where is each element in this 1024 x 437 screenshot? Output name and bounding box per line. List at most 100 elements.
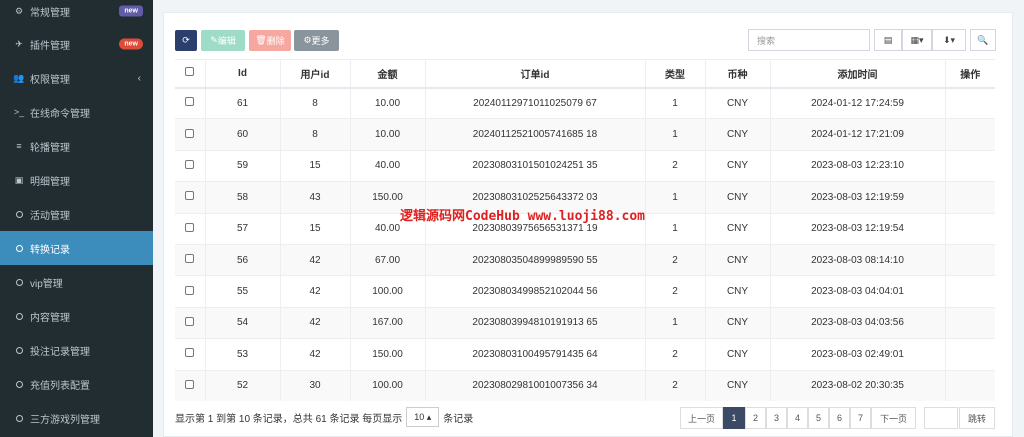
table-row[interactable]: 56 42 67.00 20230803504899989590 55 2 CNY 2023… — [175, 243, 995, 276]
page-size-value: 10 — [414, 412, 425, 422]
rocket-icon: ✈ — [15, 38, 23, 49]
cell-type: 2 — [644, 369, 705, 402]
export-icon: ⬇▾ — [942, 34, 956, 45]
row-select-cell[interactable] — [175, 118, 205, 151]
bars-icon: ≡ — [16, 141, 22, 151]
table-row[interactable]: 53 42 150.00 20230803100495791435 64 2 CNY 202… — [175, 338, 995, 371]
group-icon: 👥 — [13, 72, 25, 83]
page-2-button[interactable]: 2 — [745, 407, 766, 429]
cell-amount: 10.00 — [349, 86, 425, 119]
cell-actions — [944, 306, 995, 339]
sidebar-item-permissions[interactable]: 👥 权限管理 ‹ — [0, 61, 153, 95]
sidebar-item-general[interactable]: ⚙ 常规管理 new — [0, 0, 153, 28]
refresh-button[interactable]: ⟳ — [175, 30, 197, 51]
search-input[interactable]: 搜索 — [748, 29, 870, 51]
row-select-cell[interactable] — [175, 243, 205, 276]
col-header-amount[interactable]: 金额 — [349, 59, 425, 89]
jump-button[interactable]: 跳转 — [959, 407, 995, 429]
checkbox[interactable] — [185, 128, 195, 138]
page-size-select[interactable]: 10 ▴ — [406, 407, 440, 427]
delete-button[interactable]: 🗑 删除 — [249, 30, 291, 51]
cell-currency: CNY — [704, 275, 770, 308]
summary-suffix: 条记录 — [443, 413, 474, 425]
content-panel: ⟳ ✎ 编辑 🗑 删除 ⚙ 更多 搜索 ▤ ▦▾ ⬇▾ 🔍 Id 用户id 金额… — [163, 12, 1013, 437]
table-row[interactable]: 60 8 10.00 20240112521005741685 18 1 CNY 2024-… — [175, 118, 995, 151]
sidebar-item-label: vip管理 — [30, 278, 63, 290]
cell-id: 54 — [204, 306, 280, 339]
table-row[interactable]: 61 8 10.00 20240112971011025079 67 1 CNY 2024-… — [175, 86, 995, 119]
row-select-cell[interactable] — [175, 212, 205, 245]
sidebar-item-bet-records[interactable]: 投注记录管理 — [0, 333, 153, 367]
sidebar-item-label: 在线命令管理 — [30, 108, 90, 120]
checkbox[interactable] — [185, 97, 195, 107]
col-header-created[interactable]: 添加时间 — [769, 59, 945, 89]
row-select-cell[interactable] — [175, 369, 205, 402]
sidebar-item-plugins[interactable]: ✈ 插件管理 new — [0, 27, 153, 61]
row-select-cell[interactable] — [175, 181, 205, 214]
page-4-button[interactable]: 4 — [787, 407, 808, 429]
chevron-left-icon: ‹ — [137, 72, 141, 84]
col-header-user-id[interactable]: 用户id — [279, 59, 350, 89]
columns-button[interactable]: ▦▾ — [902, 29, 932, 51]
col-header-id[interactable]: Id — [204, 59, 280, 89]
sidebar-item-carousel[interactable]: ≡ 轮播管理 — [0, 129, 153, 163]
page-6-button[interactable]: 6 — [829, 407, 850, 429]
table-row[interactable]: 59 15 40.00 20230803101501024251 35 2 CNY 2023… — [175, 149, 995, 182]
more-button[interactable]: ⚙ 更多 — [294, 30, 339, 51]
col-header-order-id[interactable]: 订单id — [424, 59, 645, 89]
export-button[interactable]: ⬇▾ — [932, 29, 966, 51]
advanced-search-button[interactable]: 🔍 — [970, 29, 996, 51]
cell-currency: CNY — [704, 212, 770, 245]
checkbox[interactable] — [185, 254, 195, 264]
checkbox[interactable] — [185, 191, 195, 201]
sidebar-item-conversion-records[interactable]: 转换记录 — [0, 231, 153, 265]
sidebar-item-recharge-config[interactable]: 充值列表配置 — [0, 367, 153, 401]
sidebar-item-online-command[interactable]: >_ 在线命令管理 — [0, 95, 153, 129]
row-select-cell[interactable] — [175, 306, 205, 339]
col-header-type[interactable]: 类型 — [644, 59, 705, 89]
col-header-currency[interactable]: 币种 — [704, 59, 770, 89]
table-row[interactable]: 55 42 100.00 20230803499852102044 56 2 CNY 202… — [175, 275, 995, 308]
row-select-cell[interactable] — [175, 86, 205, 119]
cell-created: 2024-01-12 17:21:09 — [769, 118, 945, 151]
checkbox[interactable] — [185, 67, 195, 77]
sidebar-item-details[interactable]: ▣ 明细管理 — [0, 163, 153, 197]
table-row[interactable]: 54 42 167.00 20230803994810191913 65 1 CNY 202… — [175, 306, 995, 339]
checkbox[interactable] — [185, 285, 195, 295]
sidebar-item-activities[interactable]: 活动管理 — [0, 197, 153, 231]
cell-type: 2 — [644, 243, 705, 276]
checkbox[interactable] — [185, 316, 195, 326]
new-badge: new — [119, 38, 143, 50]
row-select-cell[interactable] — [175, 149, 205, 182]
row-select-cell[interactable] — [175, 275, 205, 308]
cell-order-id: 20230803100495791435 64 — [424, 338, 645, 371]
sidebar-item-third-party-games[interactable]: 三方游戏列管理 — [0, 401, 153, 435]
select-all-cell[interactable] — [175, 59, 205, 89]
page-5-button[interactable]: 5 — [808, 407, 829, 429]
prev-page-button[interactable]: 上一页 — [680, 407, 723, 429]
checkbox[interactable] — [185, 159, 195, 169]
cell-user-id: 8 — [279, 118, 350, 151]
trash-icon: 🗑 — [255, 35, 267, 45]
row-select-cell[interactable] — [175, 338, 205, 371]
checkbox[interactable] — [185, 222, 195, 232]
edit-button[interactable]: ✎ 编辑 — [201, 30, 245, 51]
sidebar-item-content[interactable]: 内容管理 — [0, 299, 153, 333]
sidebar-item-vip[interactable]: vip管理 — [0, 265, 153, 299]
toggle-view-button[interactable]: ▤ — [874, 29, 902, 51]
page-7-button[interactable]: 7 — [850, 407, 871, 429]
checkbox[interactable] — [185, 379, 195, 389]
records-table: Id 用户id 金额 订单id 类型 币种 添加时间 操作 61 8 10.00 20… — [175, 59, 995, 402]
cell-type: 1 — [644, 181, 705, 214]
page-1-button[interactable]: 1 — [723, 407, 745, 429]
next-page-button[interactable]: 下一页 — [871, 407, 916, 429]
cell-order-id: 20230803101501024251 35 — [424, 149, 645, 182]
cell-id: 57 — [204, 212, 280, 245]
cell-actions — [944, 369, 995, 402]
cell-actions — [944, 212, 995, 245]
jump-page-input[interactable] — [924, 407, 958, 429]
page-3-button[interactable]: 3 — [766, 407, 787, 429]
checkbox[interactable] — [185, 348, 195, 358]
table-row[interactable]: 52 30 100.00 20230802981001007356 34 2 CNY 202… — [175, 369, 995, 402]
sidebar-item-label: 权限管理 — [30, 74, 70, 86]
